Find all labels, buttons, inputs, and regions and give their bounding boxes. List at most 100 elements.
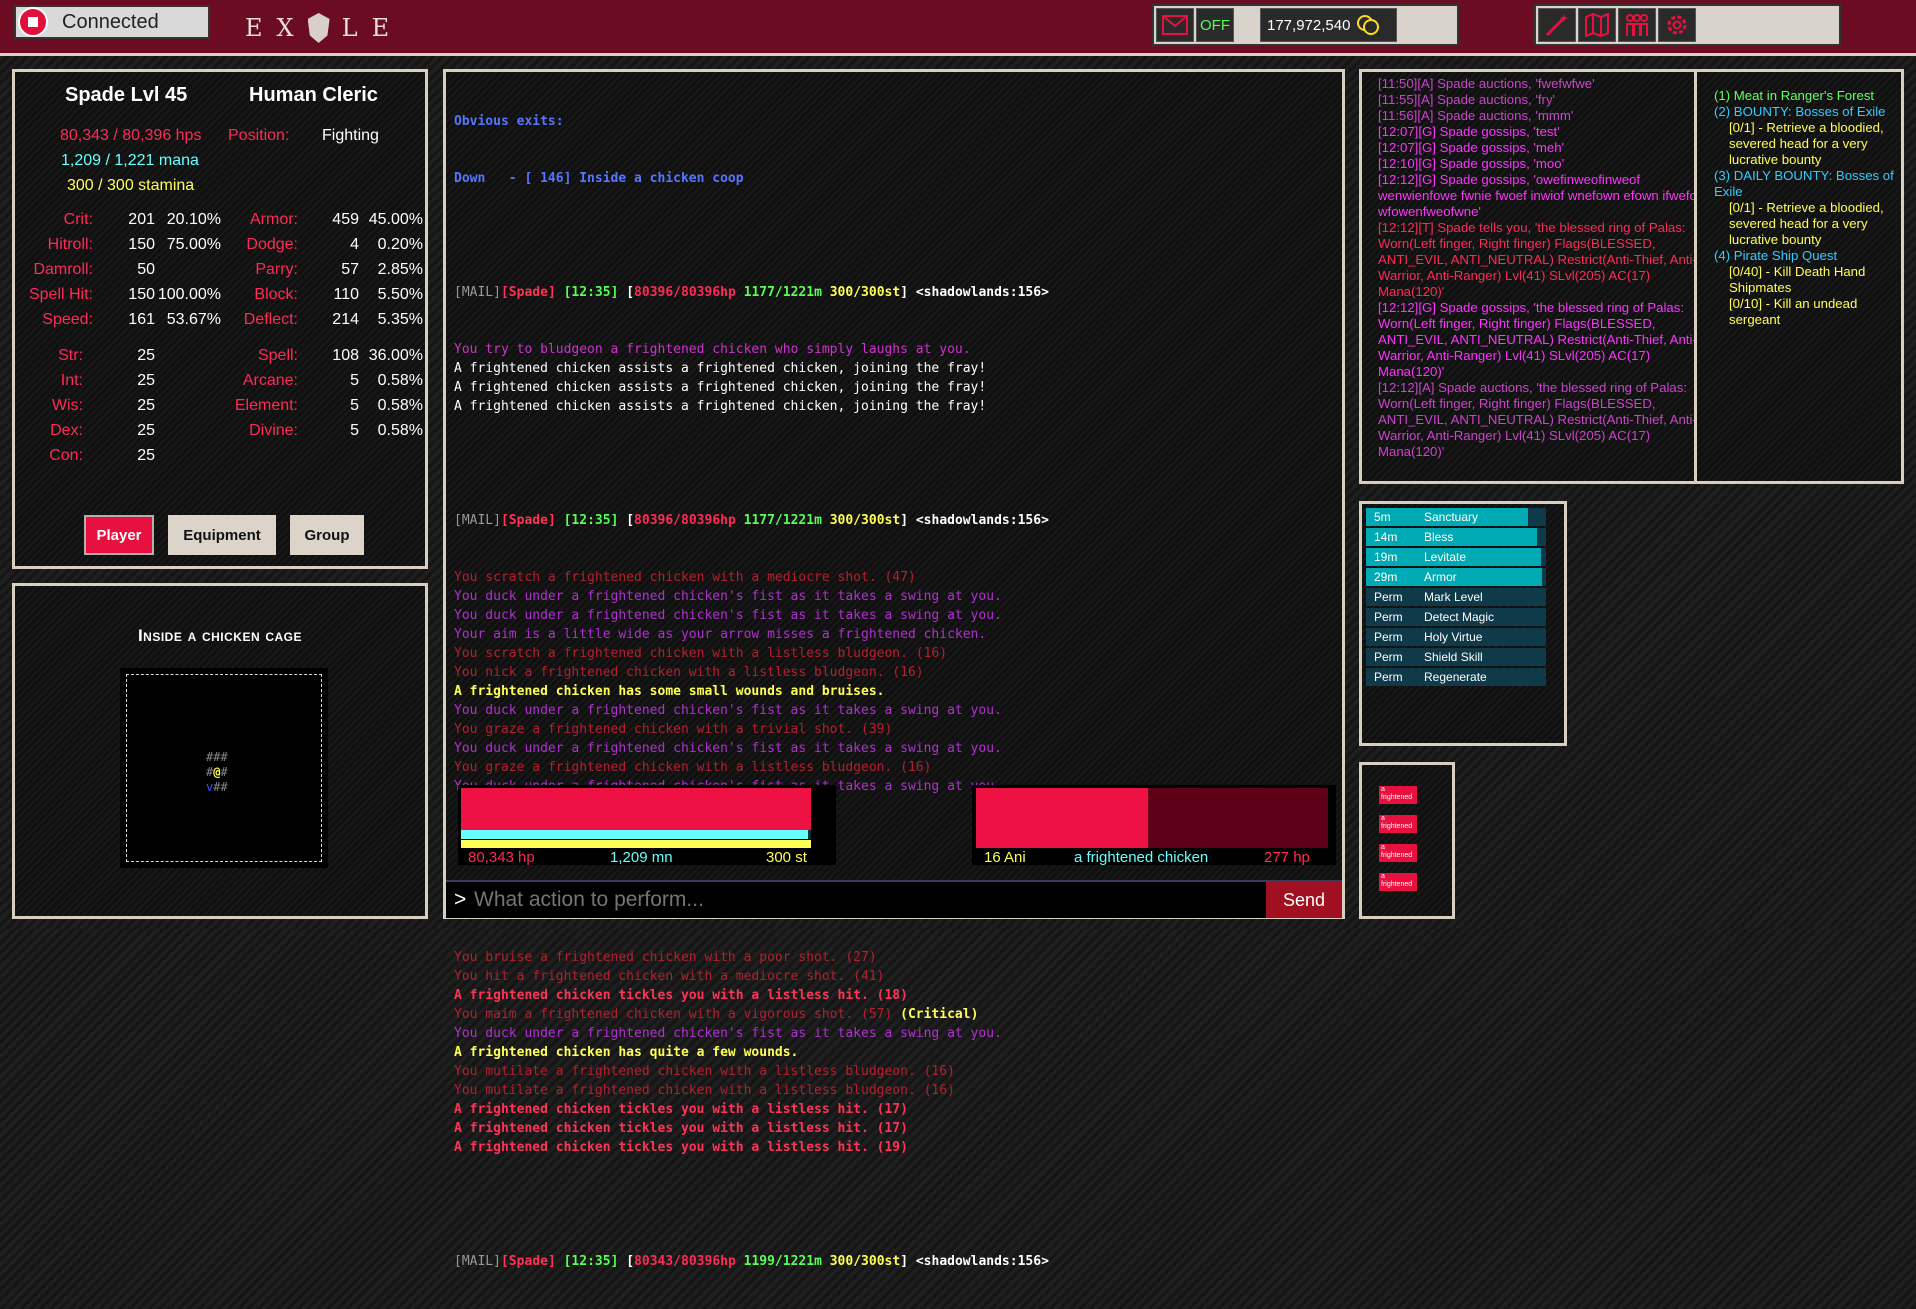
top-bar: Connected EXLE OFF 177,972,540 bbox=[0, 0, 1916, 56]
quest-item[interactable]: [0/1] - Retrieve a bloodied, severed hea… bbox=[1714, 200, 1899, 248]
mail-button[interactable] bbox=[1156, 8, 1194, 42]
prompt-symbol: > bbox=[454, 888, 467, 911]
settings-button[interactable] bbox=[1658, 8, 1696, 42]
exit-down[interactable]: Down - [ 146] Inside a chicken coop bbox=[454, 169, 1334, 188]
stat-percent: 53.67% bbox=[166, 311, 221, 328]
affect-name: Detect Magic bbox=[1424, 610, 1495, 624]
group-member[interactable]: a frightened bbox=[1379, 873, 1417, 891]
affect-row: Perm Regenerate bbox=[1366, 668, 1549, 686]
stat-percent: 20.10% bbox=[166, 211, 221, 228]
affect-row: 14m Bless bbox=[1366, 528, 1549, 546]
stat-percent: 5.35% bbox=[377, 311, 423, 328]
game-log: Obvious exits: Down - [ 146] Inside a ch… bbox=[454, 74, 1334, 1309]
chat-message: [12:12][A] Spade auctions, 'the blessed … bbox=[1378, 380, 1697, 459]
exits-header: Obvious exits: bbox=[454, 114, 564, 129]
log-line: A frightened chicken assists a frightene… bbox=[454, 380, 987, 395]
affect-name: Armor bbox=[1424, 570, 1457, 584]
stat-value: 150 bbox=[128, 236, 155, 253]
stop-icon[interactable] bbox=[18, 7, 48, 37]
quest-item[interactable]: (3) DAILY BOUNTY: Bosses of Exile bbox=[1714, 168, 1899, 200]
tab-group[interactable]: Group bbox=[290, 515, 364, 555]
target-name: a frightened chicken bbox=[1074, 849, 1209, 866]
map-grid: ### #@# v## bbox=[206, 750, 228, 795]
position-value: Fighting bbox=[322, 127, 379, 144]
affect-duration: Perm bbox=[1374, 630, 1403, 644]
group-member[interactable]: a frightened bbox=[1379, 844, 1417, 862]
stat-value: 25 bbox=[137, 397, 155, 414]
chat-message: [12:12][G] Spade gossips, 'the blessed r… bbox=[1378, 300, 1697, 379]
stamina-bar bbox=[461, 840, 811, 848]
affect-name: Regenerate bbox=[1424, 670, 1487, 684]
affect-name: Mark Level bbox=[1424, 590, 1483, 604]
log-line: You duck under a frightened chicken's fi… bbox=[454, 703, 1002, 718]
chat-log: [11:50][A] Spade auctions, 'fwefwfwe' [11… bbox=[1378, 76, 1708, 474]
shield-logo-icon bbox=[307, 13, 330, 43]
chat-message: [12:12][T] Spade tells you, 'the blessed… bbox=[1378, 220, 1697, 299]
quest-item[interactable]: (2) BOUNTY: Bosses of Exile bbox=[1714, 104, 1899, 120]
connection-toggle[interactable]: Connected bbox=[14, 5, 210, 39]
map-button[interactable] bbox=[1578, 8, 1616, 42]
stat-value: 459 bbox=[332, 211, 359, 228]
magic-wand-icon bbox=[1545, 14, 1568, 37]
log-line: Your aim is a little wide as your arrow … bbox=[454, 627, 987, 642]
chat-message: [12:10][G] Spade gossips, 'moo' bbox=[1378, 156, 1565, 171]
stamina-track bbox=[461, 840, 811, 848]
log-line: A frightened chicken has some small woun… bbox=[454, 684, 885, 699]
position-label: Position: bbox=[228, 127, 290, 144]
quest-item[interactable]: [0/10] - Kill an undead sergeant bbox=[1714, 296, 1899, 328]
log-line: You hit a frightened chicken with a medi… bbox=[454, 969, 885, 984]
group-button[interactable] bbox=[1618, 8, 1656, 42]
stat-label: Armor: bbox=[250, 211, 298, 228]
stat-value: 108 bbox=[332, 347, 359, 364]
quest-item[interactable]: (4) Pirate Ship Quest bbox=[1714, 248, 1899, 264]
magic-wand-button[interactable] bbox=[1538, 8, 1576, 42]
affect-duration: Perm bbox=[1374, 610, 1403, 624]
log-line: You scratch a frightened chicken with a … bbox=[454, 646, 948, 661]
target-health-bar bbox=[976, 788, 1149, 848]
send-button[interactable]: Send bbox=[1266, 882, 1342, 918]
stat-value: 25 bbox=[137, 347, 155, 364]
log-line: You duck under a frightened chicken's fi… bbox=[454, 741, 1002, 756]
log-line: You bruise a frightened chicken with a p… bbox=[454, 950, 877, 965]
log-line: A frightened chicken assists a frightene… bbox=[454, 399, 987, 414]
quest-item[interactable]: [0/1] - Retrieve a bloodied, severed hea… bbox=[1714, 120, 1899, 168]
group-member[interactable]: a frightened bbox=[1379, 786, 1417, 804]
mail-icon bbox=[1162, 15, 1188, 35]
connection-status: Connected bbox=[62, 10, 159, 33]
mana-track bbox=[461, 830, 811, 839]
group-member[interactable]: a frightened bbox=[1379, 815, 1417, 833]
mana-label: 1,209 mn bbox=[610, 849, 673, 866]
log-line: You scratch a frightened chicken with a … bbox=[454, 570, 916, 585]
affect-row: 5m Sanctuary bbox=[1366, 508, 1549, 526]
stamina-value: 300 / 300 stamina bbox=[67, 177, 195, 194]
stat-percent: 2.85% bbox=[377, 261, 423, 278]
gold-display: 177,972,540 bbox=[1260, 8, 1397, 42]
stat-percent: 100.00% bbox=[157, 286, 221, 303]
command-bar: > Send bbox=[446, 880, 1342, 918]
stat-label: Spell Hit: bbox=[28, 286, 93, 303]
coins-icon bbox=[1357, 15, 1380, 35]
stat-label: Damroll: bbox=[33, 261, 93, 278]
quest-item[interactable]: (1) Meat in Ranger's Forest bbox=[1714, 88, 1899, 104]
tab-equipment[interactable]: Equipment bbox=[168, 515, 276, 555]
affect-row: Perm Mark Level bbox=[1366, 588, 1549, 606]
chat-message: [12:12][G] Spade gossips, 'owefinweofinw… bbox=[1378, 172, 1697, 219]
affect-name: Sanctuary bbox=[1424, 510, 1479, 524]
command-input[interactable] bbox=[472, 886, 1256, 914]
chat-message: [11:50][A] Spade auctions, 'fwefwfwe' bbox=[1378, 76, 1595, 91]
stat-label: Str: bbox=[58, 347, 83, 364]
affect-duration: Perm bbox=[1374, 670, 1403, 684]
chat-message: [11:55][A] Spade auctions, 'fry' bbox=[1378, 92, 1556, 107]
stat-label: Speed: bbox=[42, 311, 93, 328]
tab-player[interactable]: Player bbox=[84, 515, 154, 555]
target-health-track bbox=[976, 788, 1328, 848]
log-line: You graze a frightened chicken with a li… bbox=[454, 760, 932, 775]
log-line: A frightened chicken tickles you with a … bbox=[454, 988, 908, 1003]
stat-value: 201 bbox=[128, 211, 155, 228]
notify-toggle[interactable]: OFF bbox=[1196, 8, 1234, 42]
map-row: ### bbox=[206, 750, 228, 764]
gear-icon bbox=[1667, 15, 1687, 35]
stat-label: Element: bbox=[234, 397, 298, 414]
quest-item[interactable]: [0/40] - Kill Death Hand Shipmates bbox=[1714, 264, 1899, 296]
log-line: You duck under a frightened chicken's fi… bbox=[454, 608, 1002, 623]
